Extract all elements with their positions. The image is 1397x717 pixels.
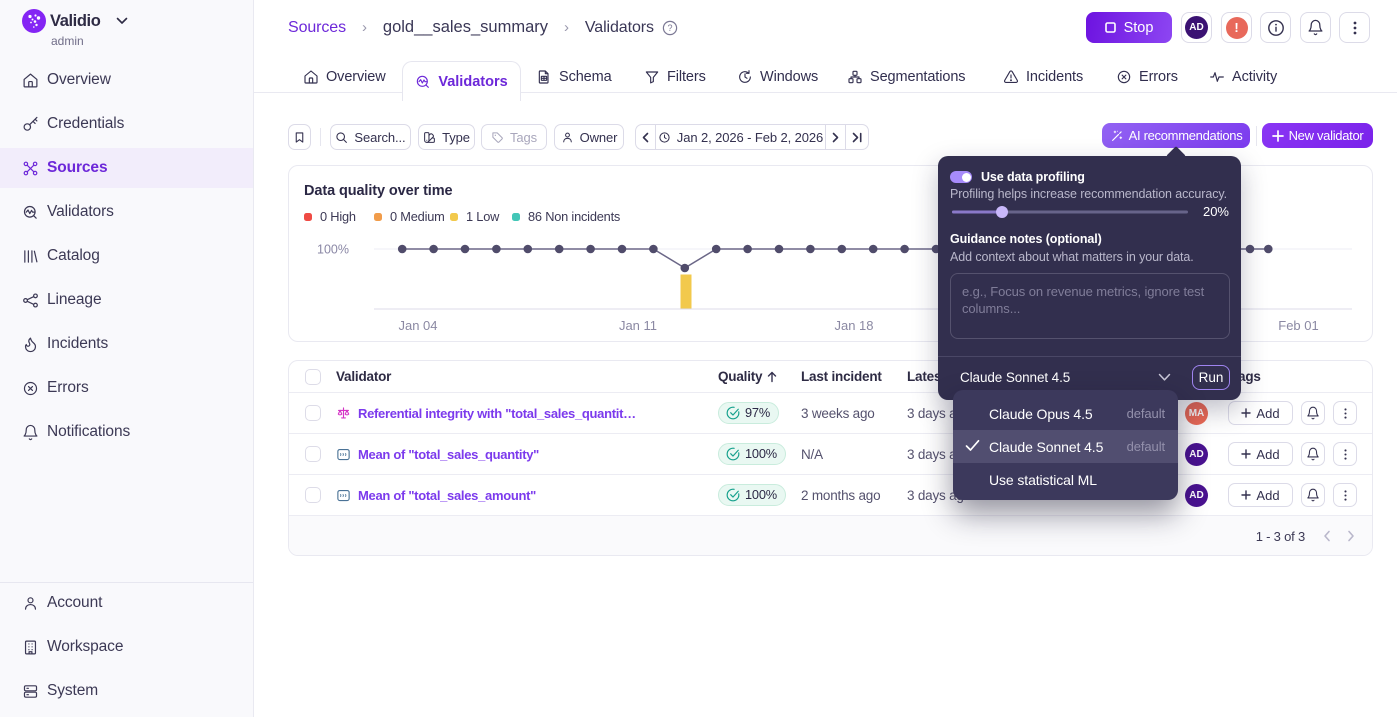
- svg-text:Jan 11: Jan 11: [619, 318, 657, 333]
- svg-text:100%: 100%: [317, 243, 349, 257]
- svg-text:?: ?: [667, 23, 672, 33]
- svg-text:Jan 04: Jan 04: [398, 318, 437, 333]
- svg-text:Feb 01: Feb 01: [1278, 318, 1318, 333]
- svg-text:Jan 18: Jan 18: [834, 318, 873, 333]
